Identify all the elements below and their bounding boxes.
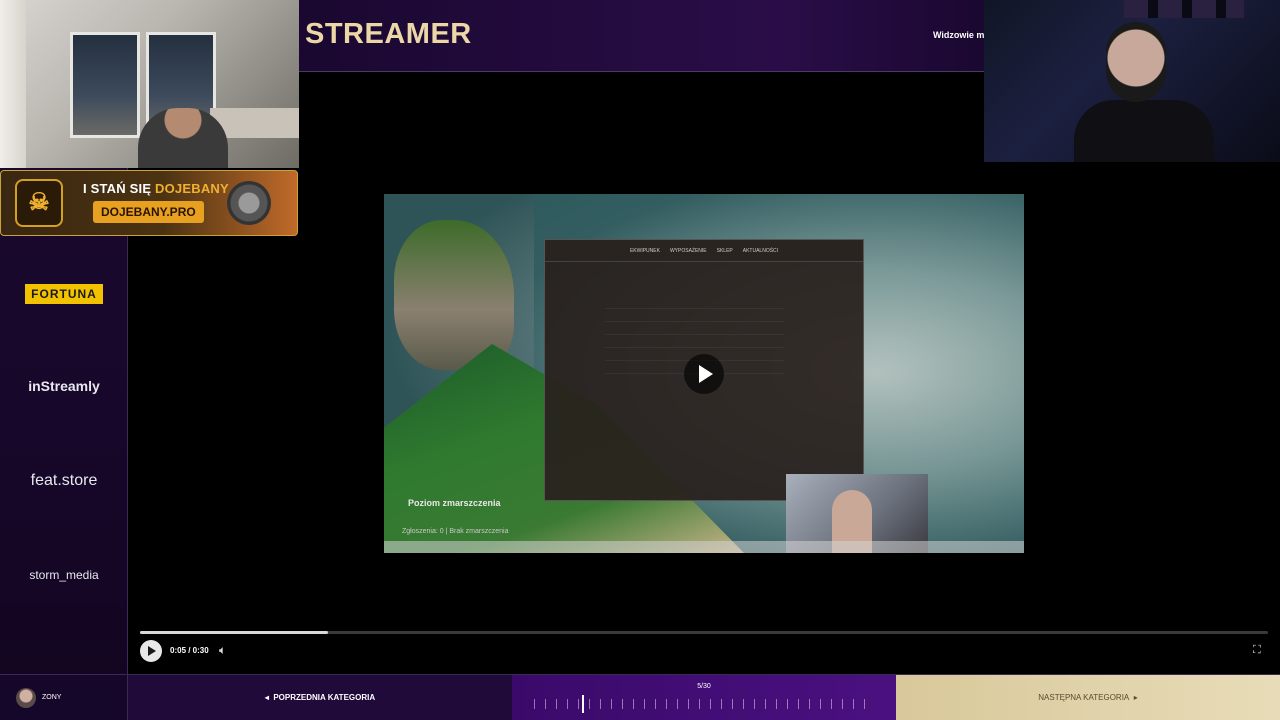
bottom-bar: ZONY ◂ POPRZEDNIA KATEGORIA 5/30 NASTĘPN…	[0, 674, 1280, 720]
fullscreen-icon[interactable]: ⛶	[1253, 644, 1261, 657]
game-tab: SKLEP	[716, 247, 733, 254]
promo-text-accent: DOJEBANY	[155, 181, 229, 196]
overlay-title: Poziom zmarszczenia	[408, 498, 501, 508]
avatar	[16, 688, 36, 708]
settings-row	[605, 322, 785, 335]
streamer-head	[1106, 22, 1166, 102]
category-counter: 5/30	[697, 683, 711, 690]
page-title: STREAMER	[305, 18, 472, 50]
game-tab: AKTUALNOŚCI	[742, 247, 779, 254]
prev-category-button[interactable]: ◂ POPRZEDNIA KATEGORIA	[128, 675, 512, 720]
viewers-text: Widzowie mog	[933, 30, 985, 40]
streamer-shirt	[1074, 100, 1214, 162]
desktop-taskbar	[384, 541, 1024, 553]
promo-text: I STAŃ SIĘ DOJEBANY	[83, 181, 229, 196]
play-icon[interactable]	[140, 640, 162, 662]
promo-banner[interactable]: ☠ I STAŃ SIĘ DOJEBANY DOJEBANY.PRO	[0, 170, 298, 236]
promo-text-prefix: I STAŃ SIĘ	[83, 181, 152, 196]
settings-row	[605, 296, 785, 309]
dumbbell-icon	[227, 181, 271, 225]
app-root: FORTUNA inStreamly feat.store storm_medi…	[0, 0, 1280, 720]
header: STREAMER Widzowie mog	[299, 0, 985, 72]
sponsor-fortuna[interactable]: FORTUNA	[0, 284, 128, 304]
category-ticks	[534, 699, 874, 709]
arrow-right-icon: ▸	[1129, 693, 1138, 702]
sponsor-fortuna-label: FORTUNA	[25, 284, 103, 304]
webcam-right	[984, 0, 1280, 162]
curtain	[0, 0, 26, 168]
video-play-icon[interactable]	[684, 354, 724, 394]
next-category-label: NASTĘPNA KATEGORIA	[1038, 693, 1130, 702]
video-player[interactable]: EKWIPUNEK WYPOSAŻENIE SKLEP AKTUALNOŚCI …	[384, 194, 1024, 553]
progress-fill	[140, 631, 329, 634]
game-tab: EKWIPUNEK	[629, 247, 660, 254]
promo-logo-icon: ☠	[15, 179, 63, 227]
overlay-subtitle: Zgłoszenia: 0 | Brak zmarszczenia	[402, 528, 509, 535]
settings-row	[605, 309, 785, 322]
category-tick-active	[582, 695, 584, 713]
user-panel[interactable]: ZONY	[0, 675, 128, 720]
promo-button[interactable]: DOJEBANY.PRO	[93, 201, 204, 223]
sponsor-featstore[interactable]: feat.store	[0, 472, 128, 490]
username: ZONY	[42, 694, 62, 701]
sponsor-storm-media[interactable]: storm_media	[0, 568, 128, 582]
settings-row	[605, 335, 785, 348]
window	[70, 32, 140, 138]
time-display: 0:05 / 0:30	[170, 646, 209, 655]
game-tab-bar: EKWIPUNEK WYPOSAŻENIE SKLEP AKTUALNOŚCI	[545, 240, 863, 262]
progress-bar[interactable]	[140, 631, 1268, 634]
webcam-left	[0, 0, 299, 168]
category-progress[interactable]: 5/30	[512, 675, 896, 720]
game-tab: WYPOSAŻENIE	[669, 247, 707, 254]
wall-frames	[1124, 0, 1244, 18]
next-category-button[interactable]: NASTĘPNA KATEGORIA ▸	[896, 675, 1280, 720]
prev-category-label: POPRZEDNIA KATEGORIA	[273, 693, 376, 702]
volume-icon[interactable]: 🔈︎	[219, 643, 226, 658]
sponsor-instreamly[interactable]: inStreamly	[0, 378, 128, 394]
